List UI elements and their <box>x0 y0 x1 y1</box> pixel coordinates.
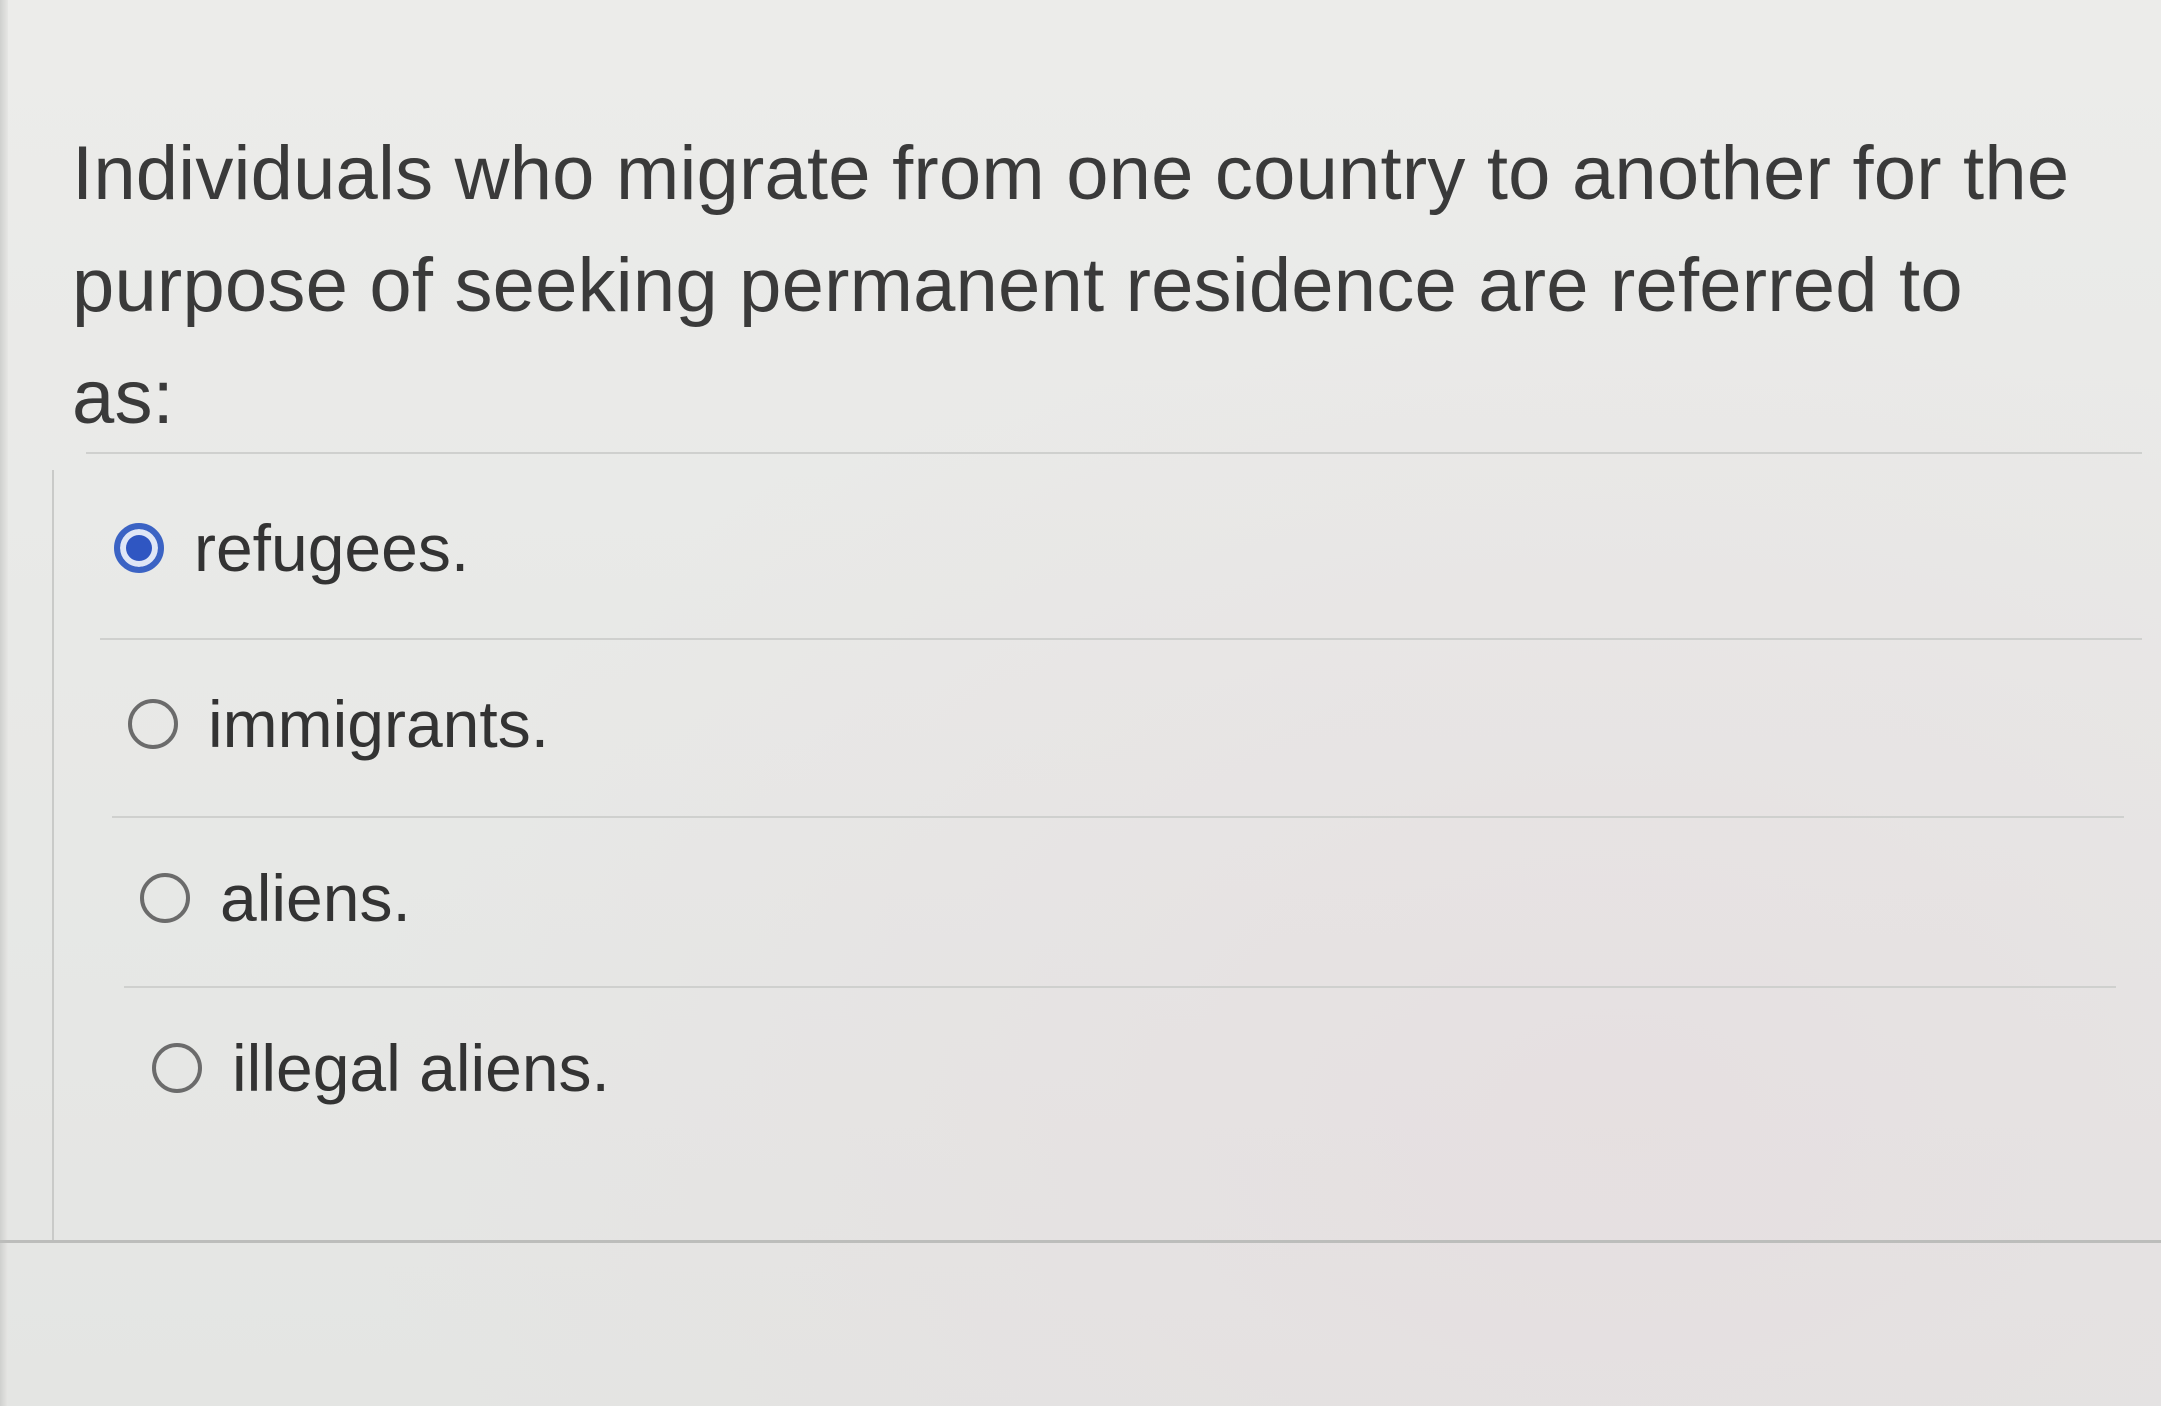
divider <box>86 452 2142 454</box>
radio-button[interactable] <box>140 873 190 923</box>
question-card: Individuals who migrate from one country… <box>0 0 2161 1243</box>
answer-label: immigrants. <box>208 687 550 761</box>
card-border <box>52 470 54 1240</box>
answer-label: aliens. <box>220 861 411 935</box>
answer-option-refugees[interactable]: refugees. <box>114 508 469 588</box>
radio-button[interactable] <box>128 699 178 749</box>
divider <box>112 816 2124 818</box>
divider <box>100 638 2142 640</box>
question-text: Individuals who migrate from one country… <box>72 118 2072 454</box>
question-line-1: Individuals who migrate from one country… <box>72 131 2070 216</box>
answer-option-illegal-aliens[interactable]: illegal aliens. <box>152 1028 610 1108</box>
screen-background: Individuals who migrate from one country… <box>0 0 2161 1406</box>
answer-label: refugees. <box>194 511 470 585</box>
radio-button-selected[interactable] <box>114 523 164 573</box>
radio-button[interactable] <box>152 1043 202 1093</box>
answer-label: illegal aliens. <box>232 1031 610 1105</box>
question-line-2: purpose of seeking permanent residence a… <box>72 243 1963 440</box>
divider <box>124 986 2116 988</box>
answer-option-aliens[interactable]: aliens. <box>140 858 411 938</box>
answer-option-immigrants[interactable]: immigrants. <box>128 684 549 764</box>
